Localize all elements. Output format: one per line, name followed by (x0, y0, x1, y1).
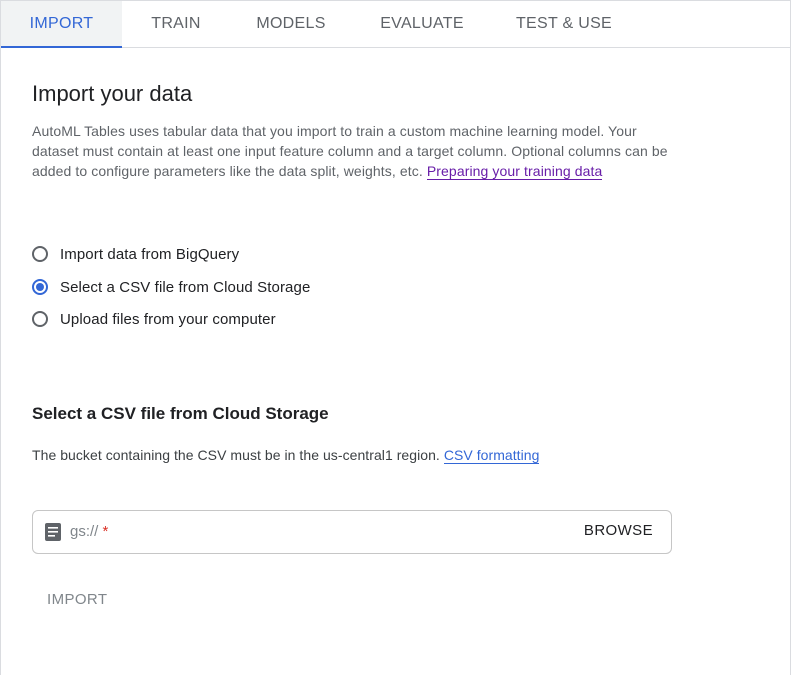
bucket-note-text: The bucket containing the CSV must be in… (32, 447, 444, 463)
file-icon (45, 523, 61, 541)
radio-bigquery[interactable] (32, 246, 48, 262)
gcs-path-field[interactable]: gs:// * BROWSE (32, 510, 672, 554)
preparing-data-link[interactable]: Preparing your training data (426, 163, 603, 180)
tab-models[interactable]: MODELS (239, 1, 343, 47)
radio-label-bigquery: Import data from BigQuery (60, 245, 240, 263)
tab-evaluate[interactable]: EVALUATE (363, 1, 481, 47)
app-frame: IMPORT TRAIN MODELS EVALUATE TEST & USE … (0, 0, 791, 675)
radio-cloud-storage[interactable] (32, 279, 48, 295)
radio-upload[interactable] (32, 311, 48, 327)
gcs-path-input[interactable] (69, 520, 549, 544)
radio-label-upload: Upload files from your computer (60, 310, 276, 328)
radio-label-cloud-storage: Select a CSV file from Cloud Storage (60, 278, 311, 296)
intro-paragraph: AutoML Tables uses tabular data that you… (32, 121, 672, 181)
tab-import[interactable]: IMPORT (1, 1, 122, 48)
source-option-cloud-storage[interactable]: Select a CSV file from Cloud Storage (32, 275, 310, 299)
source-option-upload[interactable]: Upload files from your computer (32, 307, 276, 331)
bucket-note: The bucket containing the CSV must be in… (32, 447, 540, 464)
csv-formatting-link[interactable]: CSV formatting (443, 447, 540, 464)
tab-test-and-use[interactable]: TEST & USE (501, 1, 627, 47)
csv-section-title: Select a CSV file from Cloud Storage (32, 404, 329, 423)
import-button[interactable]: IMPORT (47, 591, 107, 608)
tab-train[interactable]: TRAIN (129, 1, 223, 47)
tab-bar: IMPORT TRAIN MODELS EVALUATE TEST & USE (1, 1, 790, 48)
source-option-bigquery[interactable]: Import data from BigQuery (32, 242, 239, 266)
browse-button[interactable]: BROWSE (584, 522, 653, 539)
page-title: Import your data (32, 81, 193, 106)
